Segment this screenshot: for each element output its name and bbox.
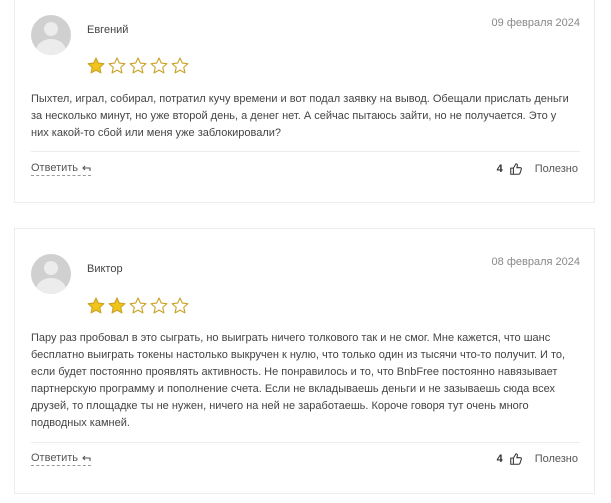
review-author: Евгений: [87, 24, 129, 36]
star-icon: [171, 297, 189, 314]
helpful-button[interactable]: Полезно: [535, 453, 578, 465]
divider: [31, 442, 580, 443]
rating-stars: [86, 296, 190, 316]
helpful-button[interactable]: Полезно: [535, 163, 578, 175]
star-icon: [171, 57, 189, 74]
likes-block: 4 Полезно: [497, 162, 578, 176]
avatar: [31, 15, 71, 55]
review-author: Виктор: [87, 263, 123, 275]
star-icon: [150, 297, 168, 314]
review-date: 08 февраля 2024: [491, 256, 580, 268]
review-text: Пару раз пробовал в это сыграть, но выиг…: [31, 332, 566, 429]
star-icon: [87, 57, 105, 74]
star-icon: [87, 297, 105, 314]
star-icon: [129, 297, 147, 314]
likes-block: 4 Полезно: [497, 452, 578, 466]
star-icon: [108, 297, 126, 314]
star-icon: [108, 57, 126, 74]
reply-label: Ответить: [31, 162, 79, 174]
rating-stars: [86, 56, 190, 76]
review-card: Евгений 09 февраля 2024 Пыхтел, играл, с…: [14, 0, 595, 203]
star-icon: [129, 57, 147, 74]
likes-count: 4: [496, 163, 503, 175]
reply-button[interactable]: Ответить: [31, 162, 92, 176]
star-icon: [150, 57, 168, 74]
reply-label: Ответить: [31, 452, 79, 464]
thumbs-up-icon[interactable]: [509, 452, 523, 466]
reply-arrow-icon: [82, 165, 91, 171]
reply-arrow-icon: [82, 455, 91, 461]
review-text: Пыхтел, играл, собирал, потратил кучу вр…: [31, 93, 569, 139]
likes-count: 4: [496, 453, 503, 465]
review-date: 09 февраля 2024: [491, 17, 580, 29]
divider: [31, 151, 580, 152]
reply-button[interactable]: Ответить: [31, 452, 92, 466]
avatar: [31, 254, 71, 294]
thumbs-up-icon[interactable]: [509, 162, 523, 176]
review-card: Виктор 08 февраля 2024 Пару раз пробовал…: [14, 228, 595, 494]
